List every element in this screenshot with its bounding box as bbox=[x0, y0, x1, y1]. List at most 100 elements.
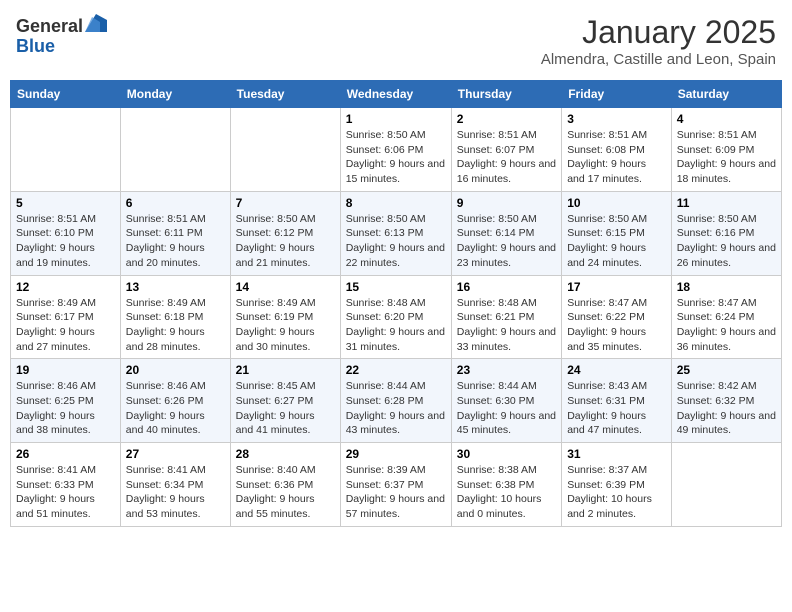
day-info: Sunrise: 8:47 AM Sunset: 6:22 PM Dayligh… bbox=[567, 296, 666, 355]
calendar-day-cell: 20 Sunrise: 8:46 AM Sunset: 6:26 PM Dayli… bbox=[120, 359, 230, 443]
day-info: Sunrise: 8:41 AM Sunset: 6:34 PM Dayligh… bbox=[126, 463, 225, 522]
day-number: 24 bbox=[567, 363, 666, 377]
day-number: 9 bbox=[457, 196, 556, 210]
weekday-header-cell: Monday bbox=[120, 81, 230, 108]
day-info: Sunrise: 8:43 AM Sunset: 6:31 PM Dayligh… bbox=[567, 379, 666, 438]
calendar-day-cell: 23 Sunrise: 8:44 AM Sunset: 6:30 PM Dayli… bbox=[451, 359, 561, 443]
day-number: 28 bbox=[236, 447, 335, 461]
weekday-header-cell: Saturday bbox=[671, 81, 781, 108]
calendar-day-cell: 31 Sunrise: 8:37 AM Sunset: 6:39 PM Dayli… bbox=[562, 443, 672, 527]
title-block: January 2025 Almendra, Castille and Leon… bbox=[541, 14, 776, 68]
day-info: Sunrise: 8:51 AM Sunset: 6:11 PM Dayligh… bbox=[126, 212, 225, 271]
day-info: Sunrise: 8:50 AM Sunset: 6:12 PM Dayligh… bbox=[236, 212, 335, 271]
day-number: 25 bbox=[677, 363, 776, 377]
calendar-week-row: 12 Sunrise: 8:49 AM Sunset: 6:17 PM Dayli… bbox=[11, 275, 782, 359]
day-number: 17 bbox=[567, 280, 666, 294]
day-info: Sunrise: 8:51 AM Sunset: 6:08 PM Dayligh… bbox=[567, 128, 666, 187]
day-info: Sunrise: 8:50 AM Sunset: 6:06 PM Dayligh… bbox=[346, 128, 446, 187]
day-info: Sunrise: 8:39 AM Sunset: 6:37 PM Dayligh… bbox=[346, 463, 446, 522]
day-info: Sunrise: 8:44 AM Sunset: 6:30 PM Dayligh… bbox=[457, 379, 556, 438]
day-info: Sunrise: 8:40 AM Sunset: 6:36 PM Dayligh… bbox=[236, 463, 335, 522]
calendar-day-cell: 3 Sunrise: 8:51 AM Sunset: 6:08 PM Daylig… bbox=[562, 108, 672, 192]
calendar-table: SundayMondayTuesdayWednesdayThursdayFrid… bbox=[10, 80, 782, 527]
calendar-day-cell: 17 Sunrise: 8:47 AM Sunset: 6:22 PM Dayli… bbox=[562, 275, 672, 359]
day-info: Sunrise: 8:44 AM Sunset: 6:28 PM Dayligh… bbox=[346, 379, 446, 438]
weekday-header-cell: Wednesday bbox=[340, 81, 451, 108]
day-number: 20 bbox=[126, 363, 225, 377]
calendar-day-cell: 24 Sunrise: 8:43 AM Sunset: 6:31 PM Dayli… bbox=[562, 359, 672, 443]
month-title: January 2025 bbox=[541, 14, 776, 51]
day-info: Sunrise: 8:50 AM Sunset: 6:13 PM Dayligh… bbox=[346, 212, 446, 271]
calendar-day-cell: 25 Sunrise: 8:42 AM Sunset: 6:32 PM Dayli… bbox=[671, 359, 781, 443]
day-info: Sunrise: 8:51 AM Sunset: 6:10 PM Dayligh… bbox=[16, 212, 115, 271]
day-number: 27 bbox=[126, 447, 225, 461]
day-number: 15 bbox=[346, 280, 446, 294]
day-number: 18 bbox=[677, 280, 776, 294]
calendar-day-cell: 7 Sunrise: 8:50 AM Sunset: 6:12 PM Daylig… bbox=[230, 191, 340, 275]
calendar-day-cell bbox=[230, 108, 340, 192]
day-number: 1 bbox=[346, 112, 446, 126]
day-number: 4 bbox=[677, 112, 776, 126]
day-number: 2 bbox=[457, 112, 556, 126]
calendar-day-cell: 28 Sunrise: 8:40 AM Sunset: 6:36 PM Dayli… bbox=[230, 443, 340, 527]
calendar-day-cell: 5 Sunrise: 8:51 AM Sunset: 6:10 PM Daylig… bbox=[11, 191, 121, 275]
day-info: Sunrise: 8:49 AM Sunset: 6:17 PM Dayligh… bbox=[16, 296, 115, 355]
day-info: Sunrise: 8:48 AM Sunset: 6:21 PM Dayligh… bbox=[457, 296, 556, 355]
calendar-day-cell: 8 Sunrise: 8:50 AM Sunset: 6:13 PM Daylig… bbox=[340, 191, 451, 275]
day-info: Sunrise: 8:46 AM Sunset: 6:25 PM Dayligh… bbox=[16, 379, 115, 438]
calendar-day-cell: 9 Sunrise: 8:50 AM Sunset: 6:14 PM Daylig… bbox=[451, 191, 561, 275]
calendar-week-row: 5 Sunrise: 8:51 AM Sunset: 6:10 PM Daylig… bbox=[11, 191, 782, 275]
calendar-day-cell bbox=[671, 443, 781, 527]
calendar-day-cell: 1 Sunrise: 8:50 AM Sunset: 6:06 PM Daylig… bbox=[340, 108, 451, 192]
weekday-header-cell: Friday bbox=[562, 81, 672, 108]
calendar-day-cell: 14Sunrise: 8:49 AM Sunset: 6:19 PM Dayli… bbox=[230, 275, 340, 359]
calendar-day-cell: 26Sunrise: 8:41 AM Sunset: 6:33 PM Dayli… bbox=[11, 443, 121, 527]
day-number: 31 bbox=[567, 447, 666, 461]
day-number: 8 bbox=[346, 196, 446, 210]
day-info: Sunrise: 8:50 AM Sunset: 6:15 PM Dayligh… bbox=[567, 212, 666, 271]
day-number: 22 bbox=[346, 363, 446, 377]
day-number: 19 bbox=[16, 363, 115, 377]
day-info: Sunrise: 8:49 AM Sunset: 6:18 PM Dayligh… bbox=[126, 296, 225, 355]
calendar-day-cell: 18Sunrise: 8:47 AM Sunset: 6:24 PM Dayli… bbox=[671, 275, 781, 359]
day-info: Sunrise: 8:50 AM Sunset: 6:14 PM Dayligh… bbox=[457, 212, 556, 271]
day-info: Sunrise: 8:51 AM Sunset: 6:09 PM Dayligh… bbox=[677, 128, 776, 187]
day-info: Sunrise: 8:38 AM Sunset: 6:38 PM Dayligh… bbox=[457, 463, 556, 522]
day-number: 30 bbox=[457, 447, 556, 461]
day-number: 13 bbox=[126, 280, 225, 294]
day-info: Sunrise: 8:46 AM Sunset: 6:26 PM Dayligh… bbox=[126, 379, 225, 438]
calendar-week-row: 1 Sunrise: 8:50 AM Sunset: 6:06 PM Daylig… bbox=[11, 108, 782, 192]
day-number: 5 bbox=[16, 196, 115, 210]
calendar-day-cell: 19 Sunrise: 8:46 AM Sunset: 6:25 PM Dayli… bbox=[11, 359, 121, 443]
day-number: 21 bbox=[236, 363, 335, 377]
day-number: 12 bbox=[16, 280, 115, 294]
calendar-day-cell: 27 Sunrise: 8:41 AM Sunset: 6:34 PM Dayli… bbox=[120, 443, 230, 527]
logo-blue-text: Blue bbox=[16, 36, 55, 56]
day-number: 11 bbox=[677, 196, 776, 210]
weekday-header-cell: Thursday bbox=[451, 81, 561, 108]
calendar-day-cell: 2 Sunrise: 8:51 AM Sunset: 6:07 PM Daylig… bbox=[451, 108, 561, 192]
day-info: Sunrise: 8:42 AM Sunset: 6:32 PM Dayligh… bbox=[677, 379, 776, 438]
day-number: 26 bbox=[16, 447, 115, 461]
day-info: Sunrise: 8:45 AM Sunset: 6:27 PM Dayligh… bbox=[236, 379, 335, 438]
location-title: Almendra, Castille and Leon, Spain bbox=[541, 51, 776, 68]
day-number: 7 bbox=[236, 196, 335, 210]
calendar-day-cell bbox=[120, 108, 230, 192]
logo-icon bbox=[85, 14, 107, 32]
day-info: Sunrise: 8:51 AM Sunset: 6:07 PM Dayligh… bbox=[457, 128, 556, 187]
calendar-day-cell: 15 Sunrise: 8:48 AM Sunset: 6:20 PM Dayli… bbox=[340, 275, 451, 359]
calendar-day-cell: 11Sunrise: 8:50 AM Sunset: 6:16 PM Dayli… bbox=[671, 191, 781, 275]
day-number: 29 bbox=[346, 447, 446, 461]
calendar-body: 1 Sunrise: 8:50 AM Sunset: 6:06 PM Daylig… bbox=[11, 108, 782, 527]
calendar-day-cell: 12 Sunrise: 8:49 AM Sunset: 6:17 PM Dayli… bbox=[11, 275, 121, 359]
calendar-day-cell: 21 Sunrise: 8:45 AM Sunset: 6:27 PM Dayli… bbox=[230, 359, 340, 443]
calendar-week-row: 19 Sunrise: 8:46 AM Sunset: 6:25 PM Dayli… bbox=[11, 359, 782, 443]
day-number: 3 bbox=[567, 112, 666, 126]
day-number: 23 bbox=[457, 363, 556, 377]
calendar-day-cell: 16Sunrise: 8:48 AM Sunset: 6:21 PM Dayli… bbox=[451, 275, 561, 359]
calendar-day-cell: 6Sunrise: 8:51 AM Sunset: 6:11 PM Daylig… bbox=[120, 191, 230, 275]
day-info: Sunrise: 8:37 AM Sunset: 6:39 PM Dayligh… bbox=[567, 463, 666, 522]
calendar-day-cell: 30 Sunrise: 8:38 AM Sunset: 6:38 PM Dayli… bbox=[451, 443, 561, 527]
day-info: Sunrise: 8:48 AM Sunset: 6:20 PM Dayligh… bbox=[346, 296, 446, 355]
logo: General Blue bbox=[16, 14, 107, 57]
